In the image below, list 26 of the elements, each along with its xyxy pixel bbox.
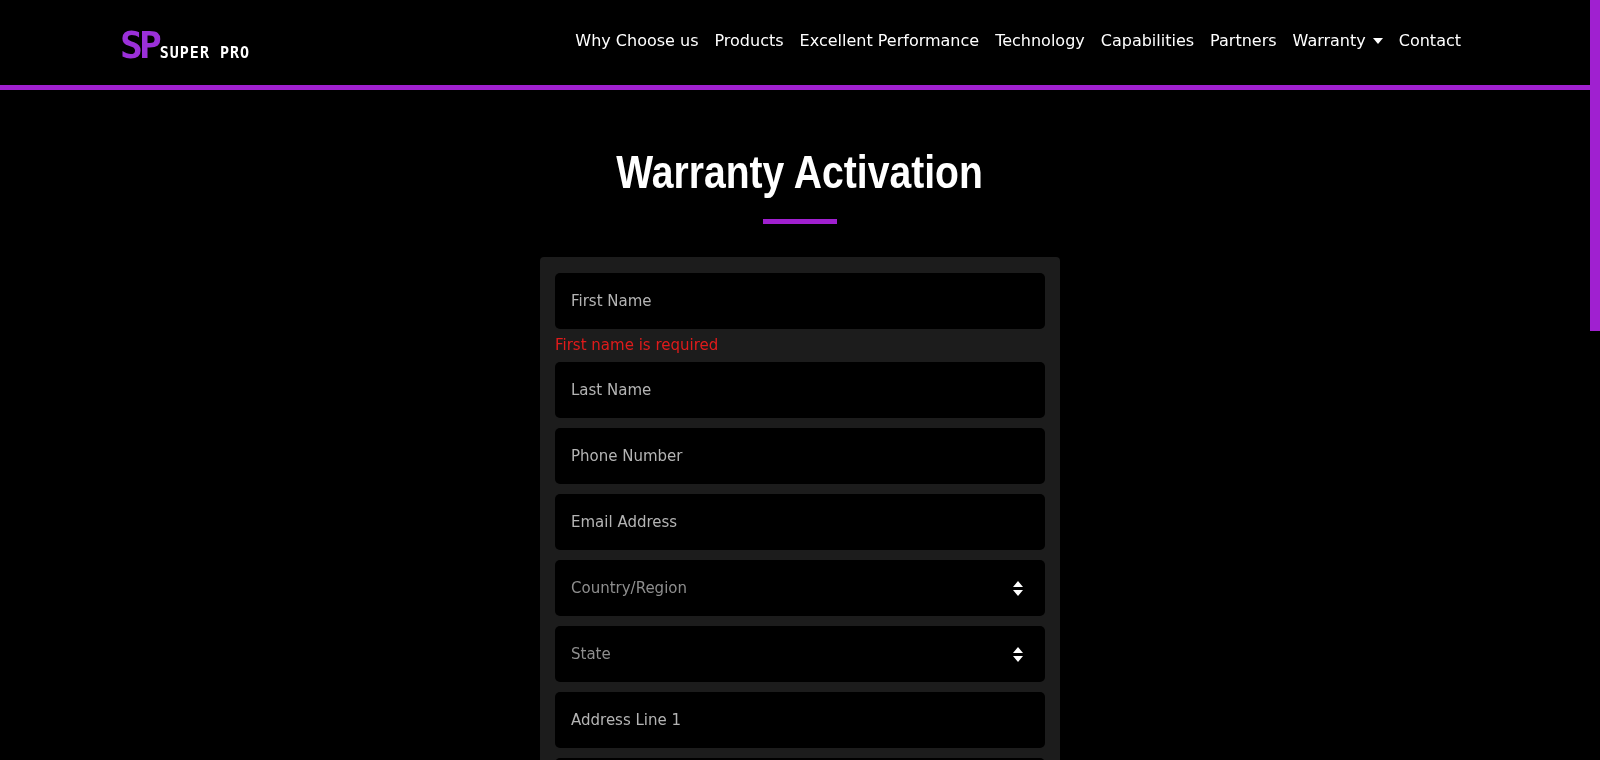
- caret-icon: [1372, 37, 1383, 44]
- nav-link[interactable]: Warranty: [1292, 31, 1383, 50]
- nav-link[interactable]: Excellent Performance: [799, 31, 980, 50]
- nav-link[interactable]: Capabilities: [1100, 31, 1195, 50]
- nav-link[interactable]: Contact: [1398, 31, 1461, 50]
- scrollbar-thumb[interactable]: [1590, 0, 1600, 331]
- sort-icon: [1013, 646, 1023, 662]
- logo-text: SUPER PRO: [159, 44, 251, 61]
- input-field[interactable]: Email Address: [555, 494, 1045, 550]
- input-field[interactable]: Address Line 1: [555, 692, 1045, 748]
- input-field[interactable]: Phone Number: [555, 428, 1045, 484]
- page-title: Warranty Activation: [616, 145, 984, 200]
- input-field[interactable]: Last Name: [555, 362, 1045, 418]
- sort-icon: [1013, 580, 1023, 596]
- nav-link[interactable]: Products: [714, 31, 784, 50]
- logo-mark: SP: [120, 28, 158, 61]
- input-field[interactable]: First Name: [555, 273, 1045, 329]
- select-field[interactable]: State: [555, 626, 1045, 682]
- nav-link[interactable]: Technology: [995, 31, 1085, 50]
- select-placeholder: Country/Region: [571, 579, 687, 597]
- error-message: First name is required: [555, 336, 720, 354]
- nav-link[interactable]: Why Choose us: [575, 31, 699, 50]
- select-placeholder: State: [571, 645, 611, 663]
- nav-link[interactable]: Partners: [1210, 31, 1277, 50]
- logo[interactable]: SPSUPER PRO: [120, 28, 251, 61]
- select-field[interactable]: Country/Region: [555, 560, 1045, 616]
